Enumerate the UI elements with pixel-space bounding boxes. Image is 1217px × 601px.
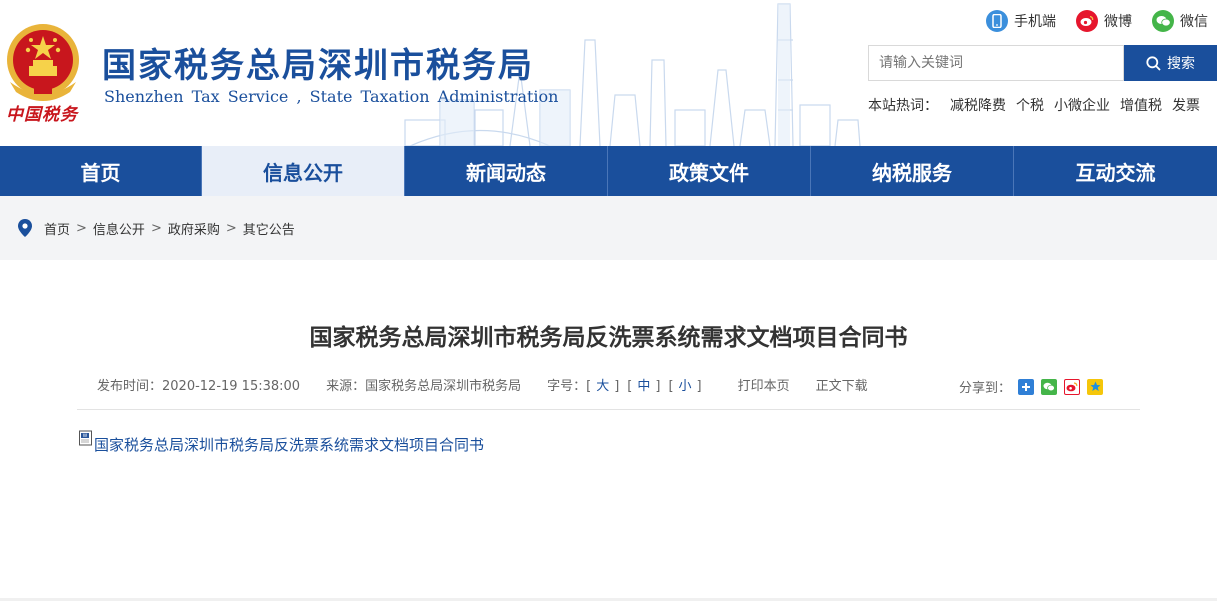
attachment-item: W 国家税务总局深圳市税务局反洗票系统需求文档项目合同书 [78,430,484,455]
wechat-link-label: 微信 [1180,14,1208,30]
hot-word-link[interactable]: 增值税 [1120,95,1162,115]
weibo-icon [1076,10,1098,32]
breadcrumb-separator: > [150,220,162,236]
attachment-link[interactable]: 国家税务总局深圳市税务局反洗票系统需求文档项目合同书 [94,434,484,455]
nav-item-home[interactable]: 首页 [0,146,202,196]
breadcrumb-separator: > [225,220,237,236]
mobile-link[interactable]: 手机端 [986,10,1056,32]
hot-word-link[interactable]: 减税降费 [950,95,1006,115]
wechat-icon [1152,10,1174,32]
breadcrumb: 首页 > 信息公开 > 政府采购 > 其它公告 [0,196,1217,260]
breadcrumb-procurement[interactable]: 政府采购 [168,219,220,238]
location-pin-icon [18,219,32,237]
wechat-link[interactable]: 微信 [1152,10,1208,32]
nav-item-news[interactable]: 新闻动态 [405,146,608,196]
hot-word-link[interactable]: 发票 [1172,95,1200,115]
site-subtitle: Shenzhen Tax Service , State Taxation Ad… [104,87,559,106]
breadcrumb-other-notices[interactable]: 其它公告 [243,219,295,238]
breadcrumb-home[interactable]: 首页 [44,219,70,238]
search-button-label: 搜索 [1167,56,1195,72]
font-size-label: 字号： [547,379,587,394]
weibo-link-label: 微博 [1104,14,1132,30]
tax-emblem-logo [7,24,79,101]
china-tax-logo-text: 中国税务 [6,105,78,125]
breadcrumb-separator: > [76,220,87,236]
svg-text:W: W [83,433,88,439]
mobile-link-label: 手机端 [1014,14,1056,30]
download-text-link[interactable]: 正文下载 [816,375,868,394]
hot-word-link[interactable]: 个税 [1016,95,1044,115]
search-input[interactable] [868,45,1124,81]
publish-time: 发布时间：2020-12-19 15:38:00 [97,379,301,394]
font-size-small-button[interactable]: [小] [668,375,701,394]
nav-item-info-disclosure[interactable]: 信息公开 [202,146,405,196]
share-more-icon[interactable] [1018,378,1035,395]
main-nav: 首页 信息公开 新闻动态 政策文件 纳税服务 互动交流 [0,146,1217,196]
site-header: 中国税务 国家税务总局深圳市税务局 Shenzhen Tax Service ,… [0,0,1217,146]
article-title: 国家税务总局深圳市税务局反洗票系统需求文档项目合同书 [309,325,908,351]
weibo-link[interactable]: 微博 [1076,10,1132,32]
site-title[interactable]: 国家税务总局深圳市税务局 [102,38,534,87]
qzone-share-icon[interactable] [1087,378,1104,395]
word-document-icon: W [79,430,92,446]
hot-words: 本站热词： 减税降费 个税 小微企业 增值税 发票 [868,95,1210,115]
share-label: 分享到： [959,381,1012,396]
font-size-controls: [大] [中] [小] [586,375,710,394]
font-size-medium-button[interactable]: [中] [627,375,660,394]
nav-item-tax-service[interactable]: 纳税服务 [811,146,1014,196]
nav-item-interaction[interactable]: 互动交流 [1014,146,1217,196]
nav-item-policy[interactable]: 政策文件 [608,146,811,196]
search-button[interactable]: 搜索 [1124,45,1217,81]
font-size-large-button[interactable]: [大] [586,375,619,394]
share-bar: 分享到： [959,377,1104,396]
weibo-share-icon[interactable] [1064,378,1081,395]
mobile-icon [986,10,1008,32]
quick-links: 手机端 微博 微信 [986,10,1217,32]
wechat-share-icon[interactable] [1041,378,1058,395]
font-size-medium-label: 中 [637,379,651,394]
breadcrumb-info-disclosure[interactable]: 信息公开 [93,219,145,238]
font-size-small-label: 小 [678,379,692,394]
article-meta: 发布时间：2020-12-19 15:38:00 来源：国家税务总局深圳市税务局… [97,375,894,394]
font-size-large-label: 大 [596,379,610,394]
hot-word-link[interactable]: 小微企业 [1054,95,1110,115]
hot-words-label: 本站热词： [868,98,938,114]
meta-divider [77,409,1140,410]
search-icon [1146,55,1161,71]
article-source: 来源：国家税务总局深圳市税务局 [326,379,522,394]
print-page-link[interactable]: 打印本页 [738,375,790,394]
